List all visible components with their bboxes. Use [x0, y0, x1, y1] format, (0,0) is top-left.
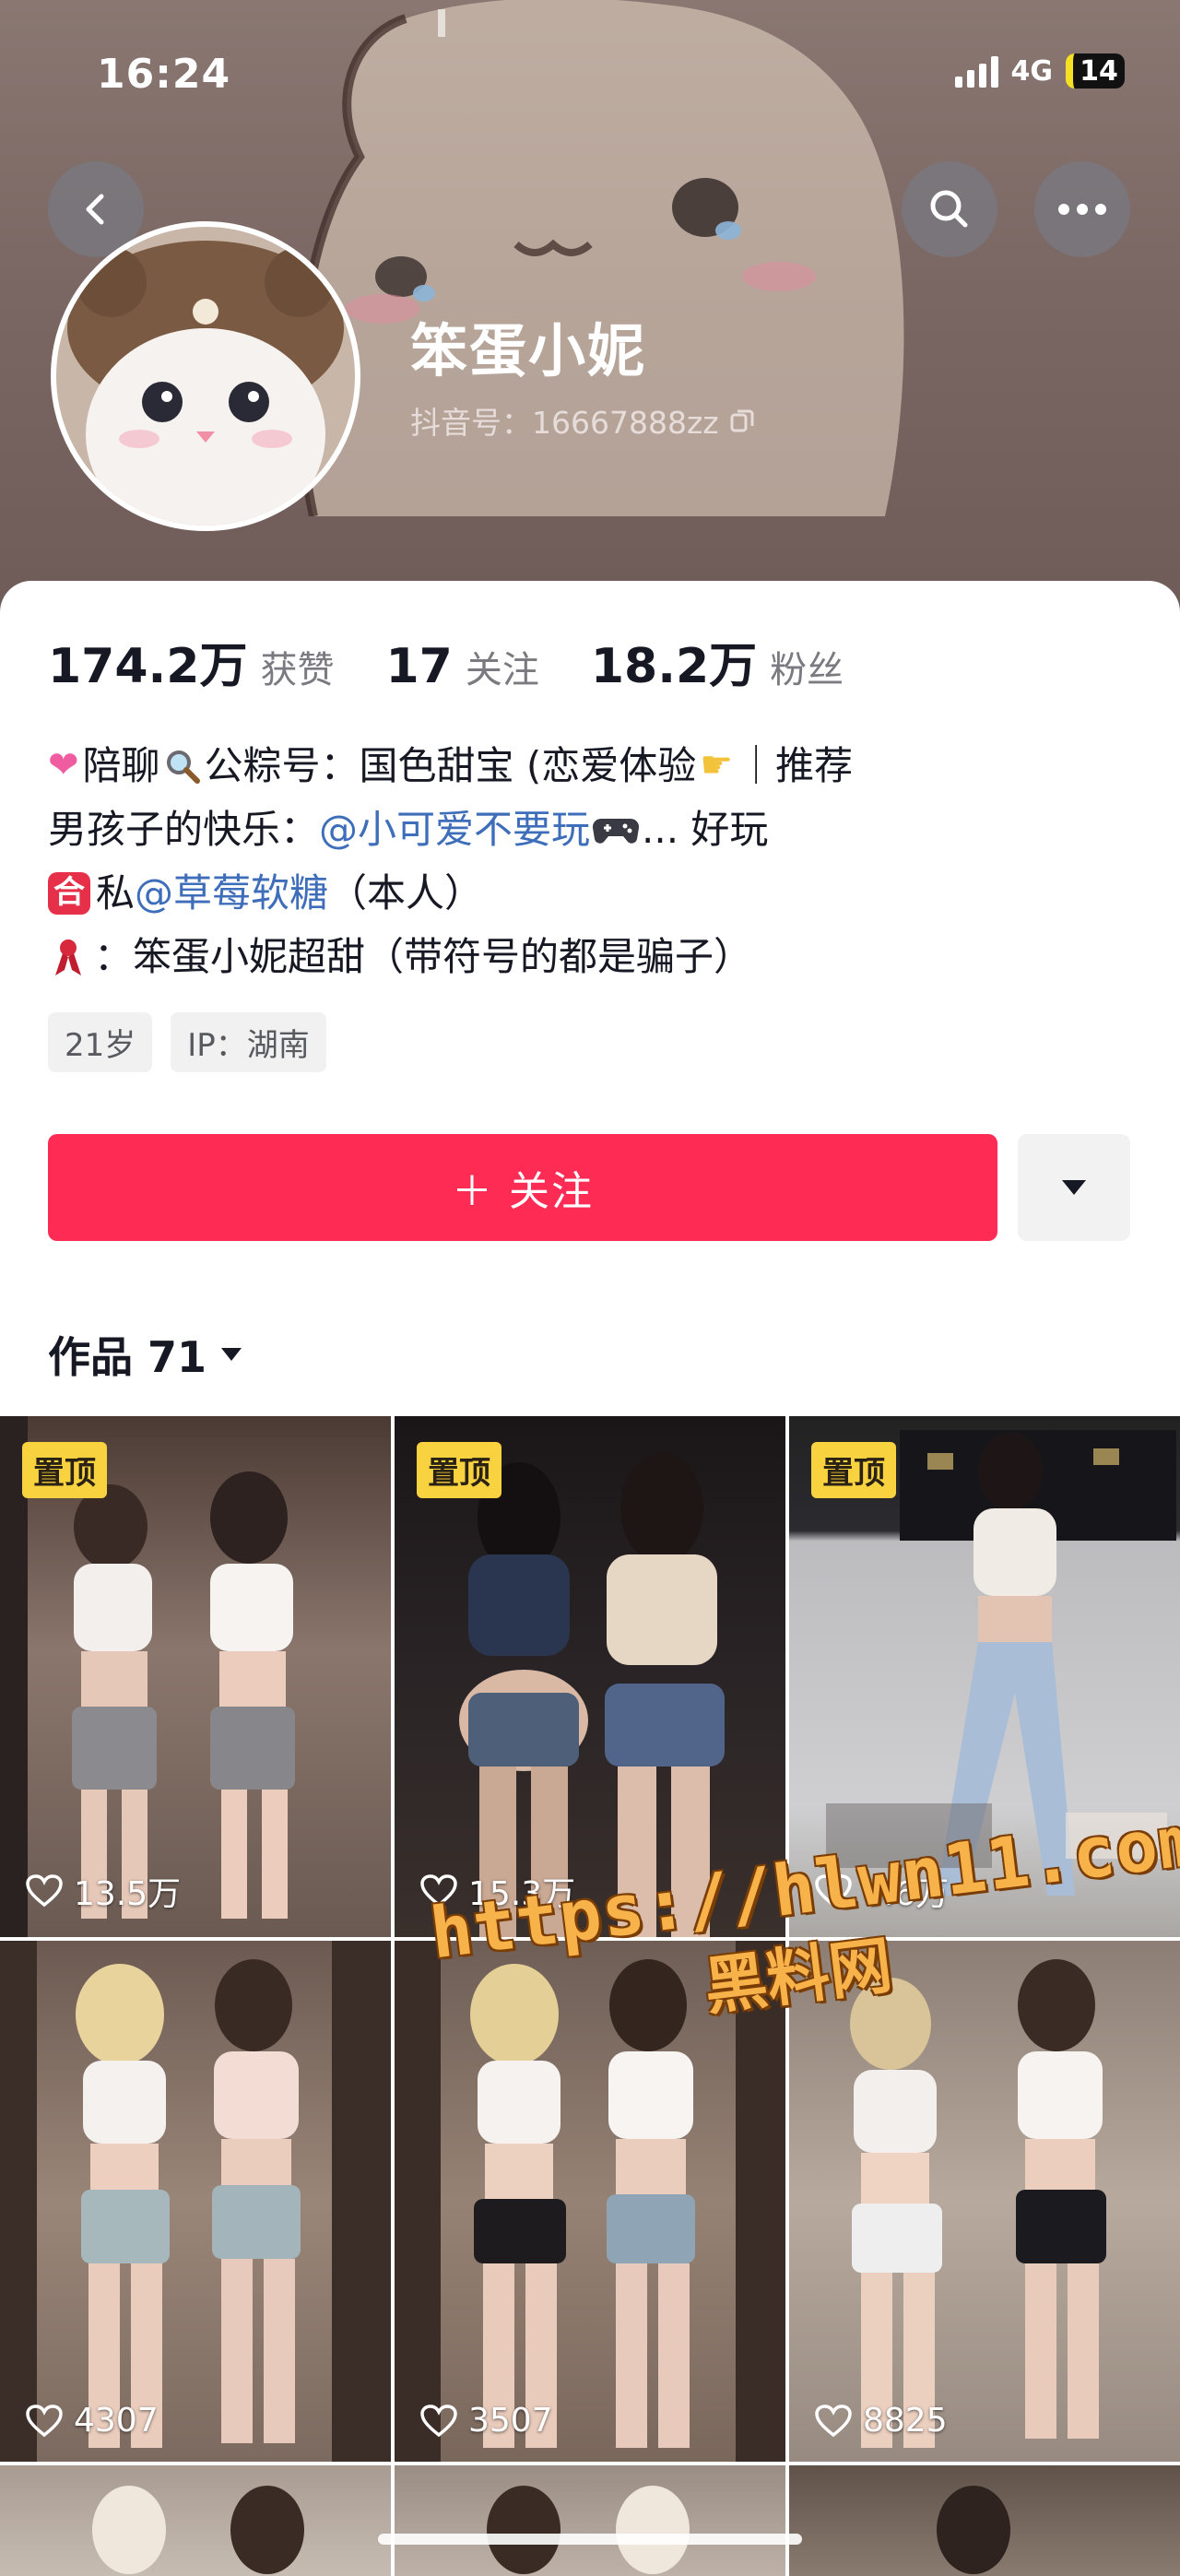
video-preview-image — [850, 1959, 1106, 2448]
cat-avatar-image — [56, 227, 355, 526]
combine-badge-icon: 合 — [48, 871, 90, 915]
video-thumbnail[interactable] — [789, 2465, 1180, 2576]
profile-stats: 174.2万 获赞 17 关注 18.2万 粉丝 — [48, 627, 895, 696]
video-thumbnail[interactable] — [395, 2465, 785, 2576]
copy-icon[interactable] — [728, 407, 756, 434]
video-thumbnail[interactable] — [0, 2465, 391, 2576]
video-preview-image — [487, 2486, 690, 2574]
more-options-button[interactable] — [1018, 1134, 1130, 1241]
home-indicator[interactable] — [378, 2534, 802, 2545]
pinned-badge: 置顶 — [417, 1442, 502, 1498]
video-thumbnail[interactable]: 置顶 13.5万 — [0, 1416, 391, 1937]
video-thumbnail[interactable]: 8825 — [789, 1941, 1180, 2462]
bio-text: ：笨蛋小妮超甜（带符号的都是骗子） — [94, 934, 753, 979]
ip-location-tag: IP：湖南 — [171, 1012, 326, 1072]
video-likes: 8825 — [815, 2402, 948, 2440]
status-indicators: 4G 14 — [954, 53, 1125, 89]
signal-icon — [954, 54, 998, 88]
bio-text: ... 好玩 — [642, 807, 769, 852]
age-tag: 21岁 — [48, 1012, 153, 1072]
likes-label: 获赞 — [260, 649, 335, 691]
likes-count: 174.2万 — [48, 639, 248, 694]
likes-count: 4307 — [74, 2402, 159, 2440]
pinned-badge: 置顶 — [22, 1442, 107, 1498]
mention-link[interactable]: @草莓软糖 — [135, 861, 328, 925]
battery-icon: 14 — [1066, 53, 1125, 89]
video-preview-image — [92, 2486, 304, 2574]
search-icon — [930, 190, 968, 228]
bio-text: 男孩子的快乐： — [48, 807, 320, 852]
bio-line-3: 合 私 @草莓软糖 （本人） — [48, 861, 1145, 925]
pinned-badge: 置顶 — [811, 1442, 896, 1498]
works-tab[interactable]: 作品 71 — [48, 1324, 243, 1385]
video-likes: 13.5万 — [26, 1867, 181, 1915]
heart-outline-icon — [26, 2404, 63, 2437]
bio-text: 陪聊 — [82, 743, 160, 788]
ribbon-icon — [55, 939, 81, 975]
profile-name: 笨蛋小妮 — [410, 317, 647, 384]
bio-line-2: 男孩子的快乐： @小可爱不要玩 ... 好玩 — [48, 798, 1145, 861]
bio-text: 私 — [96, 870, 136, 916]
more-dots-icon — [1058, 204, 1106, 215]
caret-down-icon — [221, 1348, 242, 1361]
status-time: 16:24 — [97, 51, 231, 98]
likes-count: 3507 — [468, 2402, 553, 2440]
douyin-id-text: 抖音号：16667888zz — [410, 405, 719, 441]
bio-text: ｜推荐 — [737, 743, 854, 788]
video-thumbnail[interactable]: 4307 — [0, 1941, 391, 2462]
mention-link[interactable]: @小可爱不要玩 — [319, 798, 590, 861]
heart-outline-icon — [420, 2404, 457, 2437]
gamepad-icon — [592, 818, 640, 844]
followers-count[interactable]: 18.2万 — [591, 627, 757, 696]
pink-heart-icon: ❤ — [48, 744, 79, 786]
video-likes: 3507 — [420, 2402, 553, 2440]
search-button[interactable] — [902, 161, 997, 257]
avatar[interactable] — [51, 221, 360, 531]
bio-line-1: ❤ 陪聊 公粽号：国色甜宝 (恋爱体验 ☛ ｜推荐 — [48, 734, 1145, 798]
profile-card — [0, 581, 1180, 1411]
heart-outline-icon — [815, 2404, 852, 2437]
caret-down-icon — [1062, 1180, 1086, 1195]
bio-text: （本人） — [328, 870, 484, 916]
followers-label[interactable]: 粉丝 — [770, 640, 844, 693]
video-preview-image — [937, 2486, 1010, 2574]
chevron-left-icon — [86, 194, 104, 225]
profile-tags: 21岁 IP：湖南 — [48, 1012, 326, 1072]
likes-count: 13.5万 — [74, 1875, 182, 1913]
magnifier-icon — [166, 750, 200, 784]
profile-header-background: 16:24 4G 14 笨蛋小妮 抖音号：16667888zz — [0, 0, 1180, 645]
likes-count: 8825 — [863, 2402, 948, 2440]
bio-text: 公粽号：国色甜宝 (恋爱体验 — [204, 743, 697, 788]
profile-bio: ❤ 陪聊 公粽号：国色甜宝 (恋爱体验 ☛ ｜推荐 男孩子的快乐： @小可爱不要… — [48, 734, 1145, 988]
following-label[interactable]: 关注 — [466, 640, 539, 693]
bio-line-4: ：笨蛋小妮超甜（带符号的都是骗子） — [48, 925, 1145, 988]
pointing-hand-icon: ☛ — [700, 744, 734, 786]
network-type: 4G — [1010, 54, 1054, 88]
following-count[interactable]: 17 — [385, 639, 452, 694]
heart-outline-icon — [26, 1874, 63, 1908]
douyin-id[interactable]: 抖音号：16667888zz — [410, 398, 756, 443]
more-button[interactable] — [1034, 161, 1130, 257]
follow-button[interactable]: ＋ 关注 — [48, 1134, 997, 1241]
works-title: 作品 71 — [48, 1332, 207, 1382]
video-preview-image — [0, 1941, 391, 2462]
video-likes: 4307 — [26, 2402, 159, 2440]
